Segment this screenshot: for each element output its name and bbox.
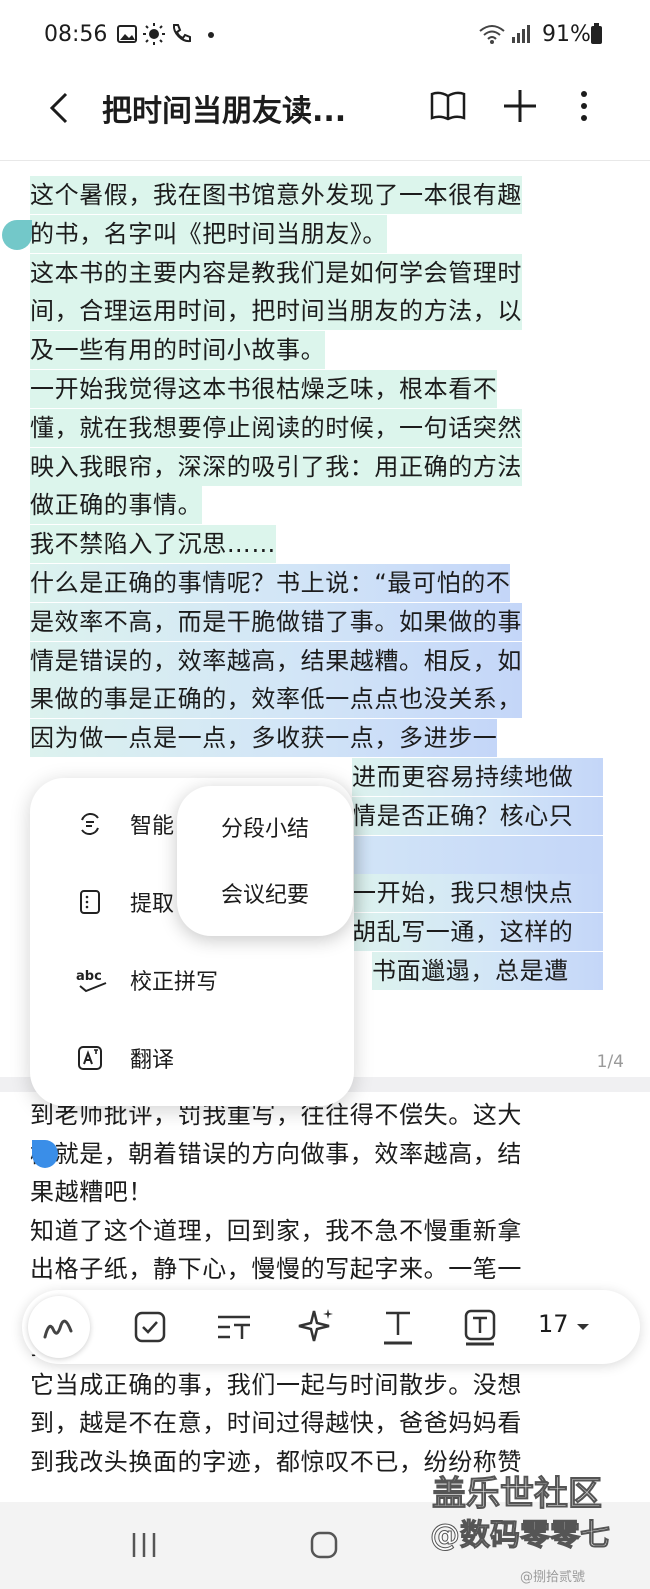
app-bar: 把时间当朋友读... (0, 70, 650, 161)
menu-item-label: 翻译 (130, 1048, 175, 1073)
recent-apps-icon[interactable] (128, 1530, 160, 1560)
text-line: 果做的事是正确的，效率低一点点也没关系， (30, 680, 522, 719)
home-icon[interactable] (308, 1530, 340, 1560)
gallery-notification-icon (117, 25, 137, 43)
back-arrow-icon[interactable] (40, 88, 80, 128)
menu-item-label: 提取 (130, 892, 175, 917)
more-notifications-dot-icon (208, 32, 214, 38)
call-notification-icon (172, 24, 191, 43)
text-line: 因为做一点是一点，多收获一点，多进步一 (30, 719, 498, 758)
chevron-down-icon (577, 1324, 590, 1330)
text-line: 书面邋遢，总是遭 (372, 952, 603, 990)
menu-item-label: 智能 (130, 814, 175, 839)
watermark-community: 盖乐世社区 (432, 1474, 603, 1515)
summarize-icon (81, 813, 99, 835)
font-size-selector[interactable]: 17 (538, 1310, 590, 1338)
text-line: 情是否正确？核心只 (352, 796, 603, 835)
status-bar: 08:56 91% (0, 0, 650, 70)
pen-icon (43, 1319, 73, 1339)
text-line: 进而更容易持续地做 (352, 758, 603, 796)
spell-check-icon: abc (76, 969, 107, 993)
add-icon[interactable] (500, 86, 540, 126)
text-line: 间，合理运用时间，把时间当朋友的方法，以 (30, 292, 522, 331)
signal-icon (512, 25, 530, 43)
note-title: 把时间当朋友读... (102, 94, 347, 129)
extract-icon (80, 890, 100, 914)
ai-sparkle-icon[interactable] (292, 1303, 340, 1351)
selection-end-handle[interactable] (32, 1140, 58, 1168)
text-line: 这本书的主要内容是教我们是如何学会管理时 (30, 253, 522, 292)
text-line: 这个暑假，我在图书馆意外发现了一本很有趣 (30, 176, 522, 214)
edit-toolbar: 17 (22, 1290, 640, 1364)
submenu-item-section-summary[interactable]: 分段小结 (177, 800, 353, 860)
text-line: 它当成正确的事，我们一起与时间散步。没想 (30, 1370, 522, 1399)
selection-start-handle[interactable] (2, 220, 32, 250)
weather-sun-icon (143, 23, 165, 45)
watermark-author: @数码零零七 (430, 1518, 611, 1554)
text-line: 懂，就在我想要停止阅读的时候，一句话突然 (30, 408, 522, 447)
text-line: 果越糟吧！ (30, 1178, 153, 1206)
font-size-value: 17 (538, 1310, 569, 1338)
text-line: 情是错误的，效率越高，结果越糟。相反，如 (30, 641, 522, 680)
text-color-icon[interactable] (374, 1303, 422, 1351)
svg-text:abc: abc (76, 969, 102, 984)
translate-icon (78, 1046, 102, 1070)
text-line: 映入我眼帘，深深的吸引了我：用正确的方法 (30, 447, 522, 486)
menu-item-spell-check[interactable]: abc 校正拼写 (30, 944, 354, 1014)
page-number: 1/4 (596, 1052, 624, 1072)
menu-item-translate[interactable]: 翻译 (30, 1022, 354, 1092)
wifi-icon (479, 25, 505, 44)
more-options-icon[interactable] (564, 86, 604, 126)
battery-percent: 91% (542, 22, 591, 47)
submenu-item-meeting-minutes[interactable]: 会议纪要 (177, 866, 353, 926)
status-time: 08:56 (44, 22, 108, 47)
text-line: 一开始，我只想快点 (352, 874, 603, 913)
text-line: 及一些有用的时间小故事。 (30, 331, 326, 370)
text-line: 一开始我觉得这本书很枯燥乏味，根本看不 (30, 370, 498, 408)
text-line: 概就是，朝着错误的方向做事，效率越高，结 (30, 1139, 522, 1168)
summarize-submenu: 分段小结 会议纪要 (177, 786, 353, 936)
text-line: 是效率不高，而是干脆做错了事。如果做的事 (30, 602, 522, 641)
text-line: 胡乱写一通，这样的 (352, 913, 603, 952)
text-line: 出格子纸，静下心，慢慢的写起字来。一笔一 (30, 1255, 522, 1283)
text-line: 到，越是不在意，时间过得越快，爸爸妈妈看 (30, 1409, 522, 1437)
menu-item-label: 校正拼写 (130, 970, 219, 995)
text-line: 做正确的事情。 (30, 486, 203, 525)
text-line: 什么是正确的事情呢？书上说：“最可怕的不 (30, 564, 511, 602)
pen-button[interactable] (28, 1296, 90, 1358)
watermark-weibo: @捌拾贰號 (520, 1570, 586, 1585)
text-line: 知道了这个道理，回到家，我不急不慢重新拿 (30, 1216, 522, 1245)
text-style-icon[interactable] (210, 1303, 258, 1351)
reading-mode-icon[interactable] (428, 86, 468, 126)
checkbox-icon[interactable] (126, 1303, 174, 1351)
text-background-icon[interactable] (456, 1303, 504, 1351)
text-line: 的书，名字叫《把时间当朋友》。 (30, 214, 387, 253)
battery-icon (591, 23, 602, 44)
text-line: 我不禁陷入了沉思…… (30, 525, 276, 564)
